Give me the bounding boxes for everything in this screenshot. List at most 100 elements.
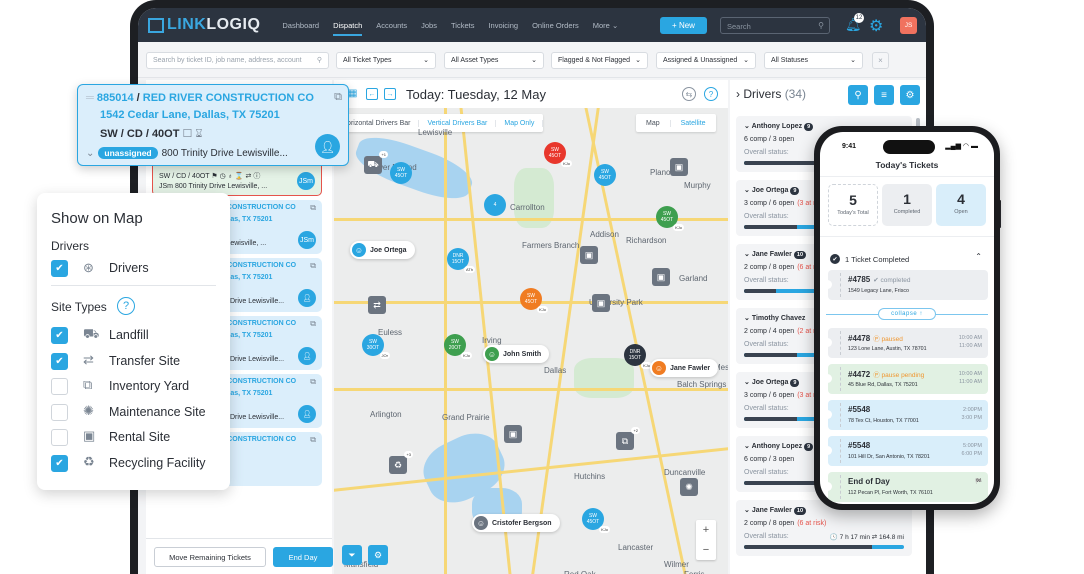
prev-day-button[interactable]: ← (366, 88, 378, 100)
driver-name[interactable]: ⌄ Joe Ortega 9 (744, 186, 800, 195)
job-pin[interactable]: DNR 15OT KJo (624, 344, 652, 369)
nav-jobs[interactable]: Jobs (421, 21, 437, 30)
map-settings-button[interactable]: ⚙ (368, 545, 388, 565)
flagged-select[interactable]: Flagged & Not Flagged ⌄ (551, 52, 648, 69)
next-day-button[interactable]: → (384, 88, 396, 100)
job-pin[interactable]: SW 45OT KJo (656, 206, 684, 231)
rental-site-marker[interactable]: ▣ (652, 268, 670, 286)
asset-types-select[interactable]: All Asset Types ⌄ (444, 52, 544, 69)
external-link-icon[interactable]: ⧉ (310, 261, 316, 271)
zoom-out-button[interactable]: − (696, 540, 716, 560)
site-type-checkbox[interactable]: ✔ (51, 327, 68, 344)
assignee-avatar[interactable]: JSm (297, 172, 315, 190)
nav-online-orders[interactable]: Online Orders (532, 21, 579, 30)
nav-tickets[interactable]: Tickets (451, 21, 474, 30)
driver-marker-john-smith[interactable]: ☺ John Smith (483, 345, 550, 363)
job-pin[interactable]: SW 45OT (594, 164, 616, 186)
driver-marker-cristofer-bergson[interactable]: ☺ Cristofer Bergson (472, 514, 560, 532)
chevron-down-icon[interactable]: ⌄ (86, 148, 94, 159)
recycling-site-marker[interactable]: ♻ +3 (389, 451, 413, 474)
external-link-icon[interactable]: ⧉ (310, 319, 316, 329)
job-pin[interactable]: 4 (484, 194, 506, 216)
help-icon[interactable]: ? (704, 87, 718, 101)
route-icon[interactable]: ⇆ (682, 87, 696, 101)
driver-name[interactable]: ⌄ Jane Fawler 10 (744, 250, 807, 259)
transfer-site-marker[interactable]: ⇄ (368, 296, 386, 314)
logo[interactable]: LINK LOGIQ (148, 16, 260, 34)
site-type-checkbox[interactable] (51, 378, 68, 395)
ticket-account[interactable]: RED RIVER CONSTRUCTION CO (143, 92, 314, 104)
job-pin[interactable]: SW 20OT KJo (444, 334, 472, 359)
driver-name[interactable]: ⌄ Anthony Lopez 9 (744, 442, 814, 451)
assign-driver-button[interactable]: 👤︎ (298, 289, 316, 307)
phone-ticket[interactable]: #5548 78 Tex Ct, Houston, TX 77001 2:00PM 3… (823, 400, 988, 430)
chevron-down-icon[interactable]: ⌄ (744, 251, 752, 258)
ticket-id[interactable]: 885014 (97, 92, 134, 104)
completed-toggle[interactable]: ✔ 1 Ticket Completed (830, 254, 909, 264)
nav-accounts[interactable]: Accounts (376, 21, 407, 30)
landfill-site-marker[interactable]: ⛟ +1 (364, 151, 388, 174)
nav-more[interactable]: More ⌄ (593, 21, 618, 30)
new-button[interactable]: + New (660, 17, 707, 34)
ticket-search-input[interactable]: Search by ticket ID, job name, address, … (146, 52, 329, 69)
drag-handle-icon[interactable]: ═ (86, 92, 94, 104)
site-type-checkbox[interactable]: ✔ (51, 352, 68, 370)
phone-ticket[interactable]: #4785 ✔ completed 1549 Legacy Lane, Frisco (823, 270, 988, 300)
global-search-input[interactable]: Search ⚲ (720, 17, 830, 34)
map-type-map[interactable]: Map (636, 120, 670, 127)
chevron-down-icon[interactable]: ⌄ (744, 443, 752, 450)
external-link-icon[interactable]: ⧉ (310, 435, 316, 445)
stat-open[interactable]: 4 Open (936, 184, 986, 226)
job-pin[interactable]: SW 45OT KJo (520, 288, 548, 313)
tab-vertical-drivers-bar[interactable]: Vertical Drivers Bar (419, 119, 497, 127)
ticket-types-select[interactable]: All Ticket Types ⌄ (336, 52, 436, 69)
nav-invoicing[interactable]: Invoicing (488, 21, 518, 30)
maintenance-site-marker[interactable]: ✺ (680, 478, 698, 496)
drivers-title[interactable]: › Drivers (34) (736, 87, 806, 101)
move-remaining-tickets-button[interactable]: Move Remaining Tickets (154, 547, 266, 567)
rental-site-marker[interactable]: ▣ (580, 246, 598, 264)
assign-driver-button[interactable]: 👤︎ (298, 405, 316, 423)
drivers-search-button[interactable]: ⚲ (848, 85, 868, 105)
driver-name[interactable]: ⌄ Anthony Lopez 9 (744, 122, 814, 131)
map-filter-button[interactable]: ⏷ (342, 545, 362, 565)
job-pin[interactable]: SW 30OT JOr (362, 334, 390, 359)
stat-completed[interactable]: 1 Completed (882, 184, 932, 226)
chevron-up-icon[interactable]: ⌃ (975, 252, 982, 261)
nav-dashboard[interactable]: Dashboard (282, 21, 319, 30)
assigned-select[interactable]: Assigned & Unassigned ⌄ (656, 52, 756, 69)
site-type-checkbox[interactable] (51, 429, 68, 446)
calendar-icon[interactable]: ▦ (348, 88, 357, 99)
external-link-icon[interactable]: ⧉ (334, 91, 342, 104)
assign-driver-button[interactable]: 👤︎ (298, 347, 316, 365)
external-link-icon[interactable]: ⧉ (310, 203, 316, 213)
end-day-button[interactable]: End Day (273, 547, 333, 567)
job-pin[interactable]: SW 45OT KJo (544, 142, 572, 167)
chevron-down-icon[interactable]: ⌄ (744, 187, 752, 194)
collapse-button[interactable]: collapse ↑ (878, 308, 936, 320)
assignee-avatar[interactable]: JSm (298, 231, 316, 249)
map-canvas[interactable]: Horizontal Drivers Bar Vertical Drivers … (334, 108, 728, 574)
help-icon[interactable]: ? (117, 297, 135, 315)
site-type-checkbox[interactable] (51, 403, 68, 421)
drivers-settings-button[interactable]: ⚙ (900, 85, 920, 105)
chevron-down-icon[interactable]: ⌄ (744, 379, 752, 386)
site-type-checkbox[interactable]: ✔ (51, 454, 68, 472)
chevron-down-icon[interactable]: ⌄ (744, 123, 752, 130)
rental-site-marker[interactable]: ▣ (670, 158, 688, 176)
gear-icon[interactable]: ⚙ (869, 16, 883, 36)
phone-ticket[interactable]: End of Day 112 Pecan Pl, Fort Worth, TX 7… (823, 472, 988, 502)
map-type-satellite[interactable]: Satellite (669, 119, 716, 127)
dragged-ticket-card[interactable]: ═ 885014 / RED RIVER CONSTRUCTION CO ⧉ 1… (77, 84, 349, 166)
phone-ticket[interactable]: #5548 101 Hill Dr, San Antonio, TX 78201 5… (823, 436, 988, 466)
job-pin[interactable]: DNR 15OT ATh (447, 248, 475, 273)
clear-filters-button[interactable]: × (872, 52, 889, 69)
assign-driver-button[interactable]: 👤︎ (315, 134, 340, 159)
driver-name[interactable]: ⌄ Jane Fawler 10 (744, 506, 807, 515)
chevron-down-icon[interactable]: ⌄ (744, 315, 752, 322)
user-avatar[interactable]: JS (900, 17, 917, 34)
tab-map-only[interactable]: Map Only (496, 119, 544, 127)
drivers-checkbox[interactable]: ✔ (51, 260, 68, 277)
chevron-down-icon[interactable]: ⌄ (744, 507, 752, 514)
statuses-select[interactable]: All Statuses ⌄ (764, 52, 863, 69)
